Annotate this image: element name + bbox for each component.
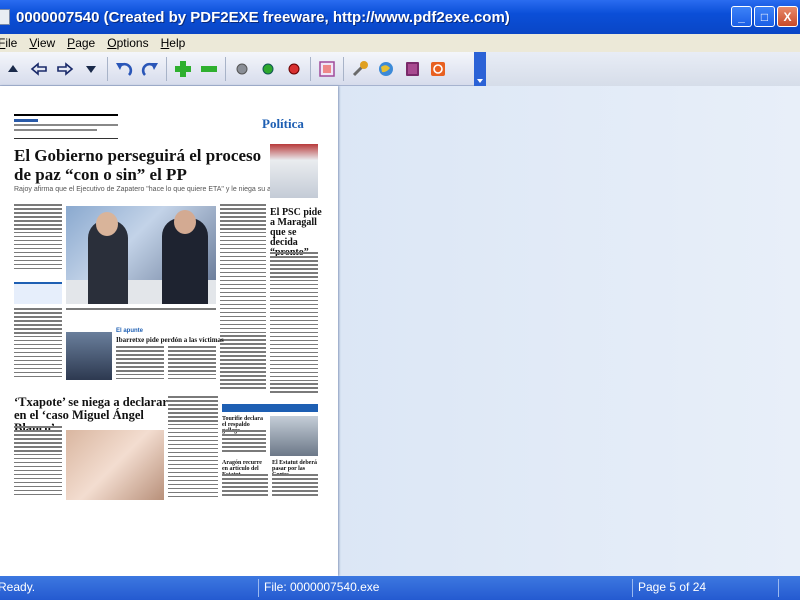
- red-button[interactable]: [281, 56, 307, 82]
- book-icon: [406, 61, 419, 76]
- small-photo: [66, 332, 112, 380]
- section-band: [222, 404, 318, 412]
- text-column: [272, 474, 318, 498]
- menu-bar: File View Page Options Help: [0, 34, 800, 52]
- side-headline: El PSC pide a Maragall que se decida “pr…: [270, 207, 322, 258]
- zoom-out-button[interactable]: [196, 56, 222, 82]
- chevron-down-icon: [477, 79, 483, 83]
- close-button[interactable]: X: [777, 6, 798, 27]
- last-page-button[interactable]: [78, 56, 104, 82]
- first-page-button[interactable]: [0, 56, 26, 82]
- settings-button[interactable]: [347, 56, 373, 82]
- arrow-right-icon: [57, 61, 74, 76]
- app-icon[interactable]: [0, 9, 10, 25]
- next-page-button[interactable]: [52, 56, 78, 82]
- menu-help[interactable]: Help: [155, 36, 192, 50]
- gray-button[interactable]: [229, 56, 255, 82]
- redo-button[interactable]: [137, 56, 163, 82]
- menu-file[interactable]: File: [0, 36, 23, 50]
- green-dot-icon: [262, 63, 274, 74]
- main-headline: El Gobierno perseguirá el proceso de paz…: [14, 146, 262, 184]
- green-button[interactable]: [255, 56, 281, 82]
- triangle-up-icon: [8, 64, 18, 72]
- status-divider: [632, 579, 633, 597]
- arrow-left-icon: [30, 61, 47, 76]
- undo-icon: [116, 62, 133, 76]
- zoom-in-icon: [175, 60, 191, 77]
- text-column: [14, 204, 62, 272]
- toolbar-background: [486, 52, 800, 86]
- menu-view[interactable]: View: [23, 36, 61, 50]
- previous-page-button[interactable]: [26, 56, 52, 82]
- header-strip: [14, 114, 118, 139]
- menu-options[interactable]: Options: [101, 36, 154, 50]
- box-headline: Ibarretxe pide perdón a las víctimas: [116, 336, 224, 344]
- text-column: [220, 204, 266, 391]
- help-book-button[interactable]: [399, 56, 425, 82]
- globe-icon: [379, 61, 393, 76]
- status-file: File: 0000007540.exe: [264, 580, 380, 594]
- power-icon: [431, 61, 445, 76]
- text-column: [270, 252, 318, 395]
- text-column: [116, 346, 164, 382]
- toolbar-separator: [310, 56, 311, 81]
- window-title: 0000007540 (Created by PDF2EXE freeware,…: [16, 8, 510, 26]
- undo-button[interactable]: [111, 56, 137, 82]
- side-photo: [270, 144, 318, 198]
- text-column: [14, 308, 62, 380]
- menu-page[interactable]: Page: [61, 36, 101, 50]
- text-column: [168, 346, 216, 382]
- status-bar: Ready. File: 0000007540.exe Page 5 of 24: [0, 576, 800, 600]
- portrait-photo: [270, 416, 318, 456]
- main-photo: [66, 206, 216, 304]
- text-column: [14, 426, 62, 498]
- status-ready: Ready.: [0, 580, 36, 594]
- document-viewport[interactable]: Política El Gobierno perseguirá el proce…: [0, 86, 800, 576]
- redo-icon: [141, 62, 158, 76]
- minimize-icon: _: [738, 9, 745, 24]
- gray-dot-icon: [236, 63, 248, 74]
- caption: [66, 308, 216, 312]
- status-page: Page 5 of 24: [638, 580, 707, 594]
- web-button[interactable]: [373, 56, 399, 82]
- main-subheadline: Rajoy afirma que el Ejecutivo de Zapater…: [14, 186, 287, 193]
- zoom-in-button[interactable]: [170, 56, 196, 82]
- fit-page-button[interactable]: [314, 56, 340, 82]
- toolbar-separator: [343, 56, 344, 81]
- maximize-button[interactable]: □: [754, 6, 775, 27]
- window-controls: _ □ X: [731, 6, 798, 27]
- box-label: El apunte: [116, 328, 144, 334]
- minimize-button[interactable]: _: [731, 6, 752, 27]
- text-column: [168, 396, 218, 500]
- status-divider: [778, 579, 779, 597]
- toolbar-grip[interactable]: [474, 52, 486, 86]
- title-bar[interactable]: 0000007540 (Created by PDF2EXE freeware,…: [0, 0, 800, 34]
- red-dot-icon: [288, 63, 300, 74]
- quote-box: [14, 282, 62, 304]
- toolbar-separator: [107, 56, 108, 81]
- toolbar: [0, 52, 486, 86]
- close-icon: X: [783, 9, 792, 24]
- status-divider: [258, 579, 259, 597]
- fit-page-icon: [319, 60, 335, 77]
- text-column: [222, 474, 268, 498]
- maximize-icon: □: [760, 9, 769, 24]
- second-photo: [66, 430, 164, 500]
- toolbar-separator: [166, 56, 167, 81]
- zoom-out-icon: [201, 65, 217, 72]
- triangle-down-icon: [86, 65, 96, 73]
- section-title: Política: [262, 116, 304, 131]
- wrench-icon: [352, 60, 368, 76]
- exit-button[interactable]: [425, 56, 451, 82]
- newspaper-page: Política El Gobierno perseguirá el proce…: [8, 104, 322, 576]
- toolbar-separator: [225, 56, 226, 81]
- text-column: [222, 430, 266, 454]
- pdf-page[interactable]: Política El Gobierno perseguirá el proce…: [0, 86, 338, 576]
